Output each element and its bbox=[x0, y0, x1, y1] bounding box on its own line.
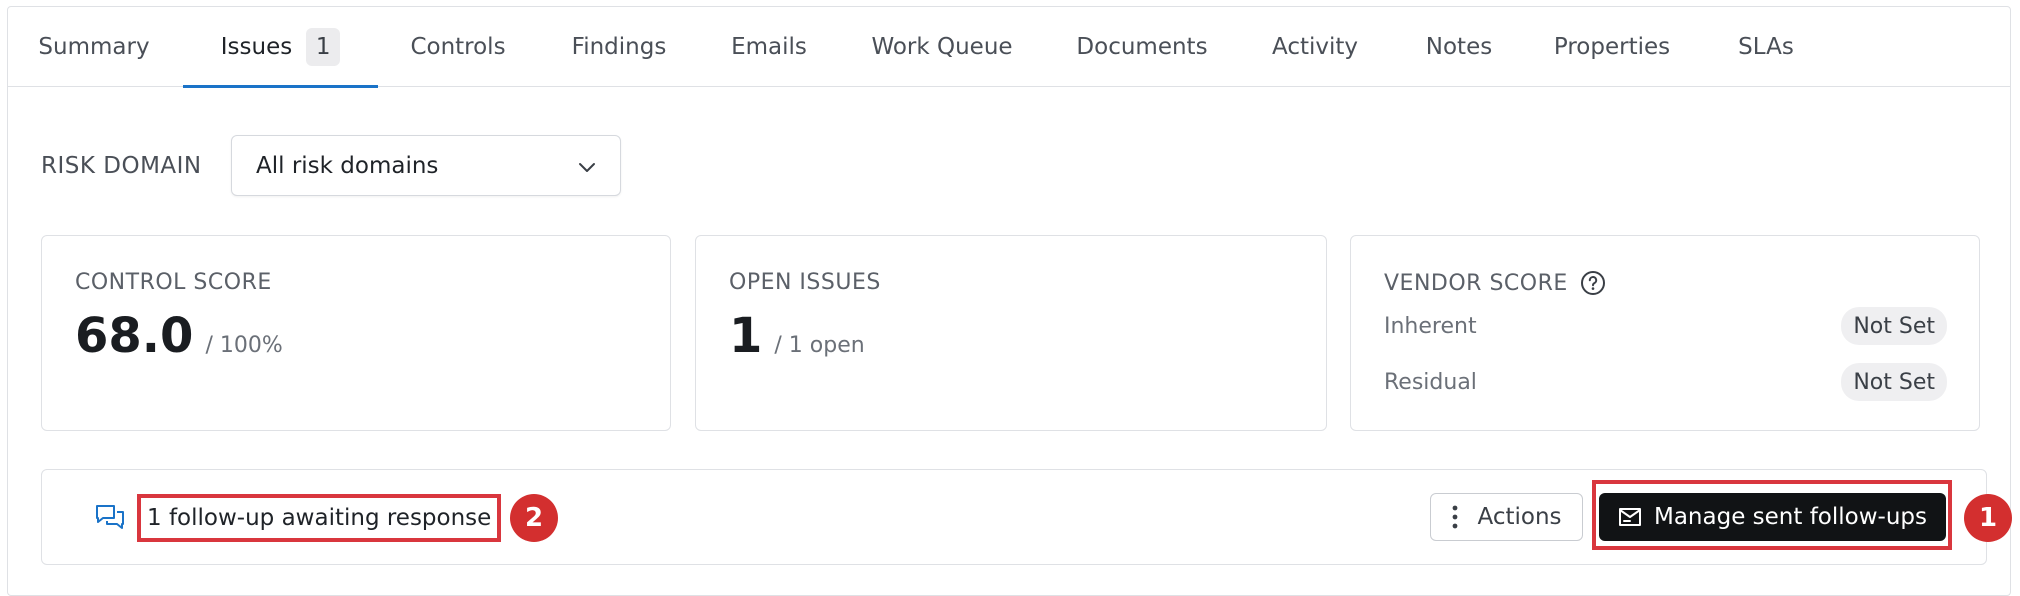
actions-label: Actions bbox=[1477, 504, 1562, 530]
tab-label: Summary bbox=[38, 34, 150, 60]
card-title: VENDOR SCORE bbox=[1384, 270, 1568, 296]
card-title-row: VENDOR SCORE bbox=[1384, 270, 1606, 296]
followup-awaiting-text[interactable]: 1 follow-up awaiting response bbox=[137, 494, 502, 542]
card-title: OPEN ISSUES bbox=[729, 270, 881, 295]
control-score-value: 68.0 bbox=[75, 308, 194, 364]
tab-bar: Summary Issues 1 Controls Findings Email… bbox=[8, 7, 2010, 88]
tab-notes[interactable]: Notes bbox=[1400, 7, 1518, 87]
risk-domain-value: All risk domains bbox=[256, 152, 439, 179]
tab-issues[interactable]: Issues 1 bbox=[183, 7, 378, 88]
tab-count-badge: 1 bbox=[306, 28, 341, 66]
manage-sent-followups-button[interactable]: Manage sent follow-ups bbox=[1599, 493, 1946, 541]
tab-slas[interactable]: SLAs bbox=[1705, 7, 1827, 87]
inherent-status-badge: Not Set bbox=[1841, 307, 1947, 345]
vendor-detail-panel: Summary Issues 1 Controls Findings Email… bbox=[7, 6, 2012, 596]
tab-emails[interactable]: Emails bbox=[705, 7, 833, 87]
tab-label: Documents bbox=[1076, 34, 1208, 60]
open-issues-value-group: 1 / 1 open bbox=[729, 308, 865, 364]
tab-label: Issues bbox=[220, 34, 293, 60]
followup-bar: 1 follow-up awaiting response 2 Actions … bbox=[41, 469, 2012, 565]
tab-label: Findings bbox=[571, 34, 667, 60]
tab-label: Notes bbox=[1425, 34, 1493, 60]
open-issues-value: 1 bbox=[729, 308, 763, 364]
tab-activity[interactable]: Activity bbox=[1240, 7, 1390, 87]
residual-label: Residual bbox=[1384, 369, 1477, 395]
control-score-suffix: / 100% bbox=[205, 333, 283, 358]
tab-label: Emails bbox=[731, 34, 807, 60]
tab-label: Activity bbox=[1271, 34, 1358, 60]
tab-label: Work Queue bbox=[871, 34, 1013, 60]
tab-label: SLAs bbox=[1738, 34, 1794, 60]
tab-controls[interactable]: Controls bbox=[386, 7, 530, 87]
tab-documents[interactable]: Documents bbox=[1054, 7, 1230, 87]
annotation-marker-2: 2 bbox=[510, 494, 558, 542]
tab-label: Properties bbox=[1553, 34, 1671, 60]
tab-properties[interactable]: Properties bbox=[1530, 7, 1694, 87]
risk-domain-select[interactable]: All risk domains bbox=[231, 135, 621, 196]
tab-summary[interactable]: Summary bbox=[8, 7, 180, 87]
vendor-score-card: VENDOR SCORE Inherent Not Set Residual N… bbox=[1350, 235, 1980, 431]
open-issues-card: OPEN ISSUES 1 / 1 open bbox=[695, 235, 1327, 431]
annotation-marker-1: 1 bbox=[1964, 494, 2012, 542]
more-vertical-icon bbox=[1453, 505, 1458, 529]
inherent-score-row: Inherent Not Set bbox=[1384, 307, 1947, 345]
help-circle-icon[interactable] bbox=[1580, 270, 1606, 296]
residual-status-badge: Not Set bbox=[1841, 363, 1947, 401]
card-title: CONTROL SCORE bbox=[75, 270, 272, 295]
open-issues-suffix: / 1 open bbox=[774, 333, 865, 358]
manage-label: Manage sent follow-ups bbox=[1653, 504, 1927, 530]
control-score-card: CONTROL SCORE 68.0 / 100% bbox=[41, 235, 671, 431]
tab-label: Controls bbox=[410, 34, 506, 60]
actions-button[interactable]: Actions bbox=[1430, 493, 1583, 541]
control-score-value-group: 68.0 / 100% bbox=[75, 308, 283, 364]
tab-findings[interactable]: Findings bbox=[544, 7, 694, 87]
chat-bubbles-icon bbox=[96, 505, 124, 529]
tab-work-queue[interactable]: Work Queue bbox=[842, 7, 1042, 87]
inherent-label: Inherent bbox=[1384, 313, 1477, 339]
chevron-down-icon bbox=[579, 163, 595, 172]
risk-domain-label: RISK DOMAIN bbox=[41, 153, 202, 179]
residual-score-row: Residual Not Set bbox=[1384, 363, 1947, 401]
mail-sent-icon bbox=[1618, 508, 1641, 526]
